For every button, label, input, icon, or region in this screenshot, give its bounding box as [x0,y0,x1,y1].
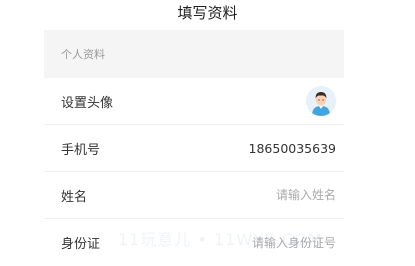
section-header: 个人资料 [44,30,344,78]
id-card-input[interactable] [186,235,336,250]
phone-label: 手机号 [61,142,101,158]
name-label: 姓名 [61,189,88,205]
section-title: 个人资料 [61,48,105,61]
name-input[interactable] [186,188,336,202]
avatar-label: 设置头像 [61,95,114,111]
id-card-row: 身份证 [44,219,344,266]
profile-form: 个人资料 设置头像 手机号 18650035639 姓名 身份证 [44,30,344,255]
user-avatar-icon[interactable] [306,86,336,116]
phone-row: 手机号 18650035639 [44,125,344,172]
id-card-label: 身份证 [61,237,101,252]
page-title: 填写资料 [177,4,238,22]
avatar-row[interactable]: 设置头像 [44,78,344,125]
phone-value: 18650035639 [248,140,336,156]
name-row: 姓名 [44,172,344,219]
